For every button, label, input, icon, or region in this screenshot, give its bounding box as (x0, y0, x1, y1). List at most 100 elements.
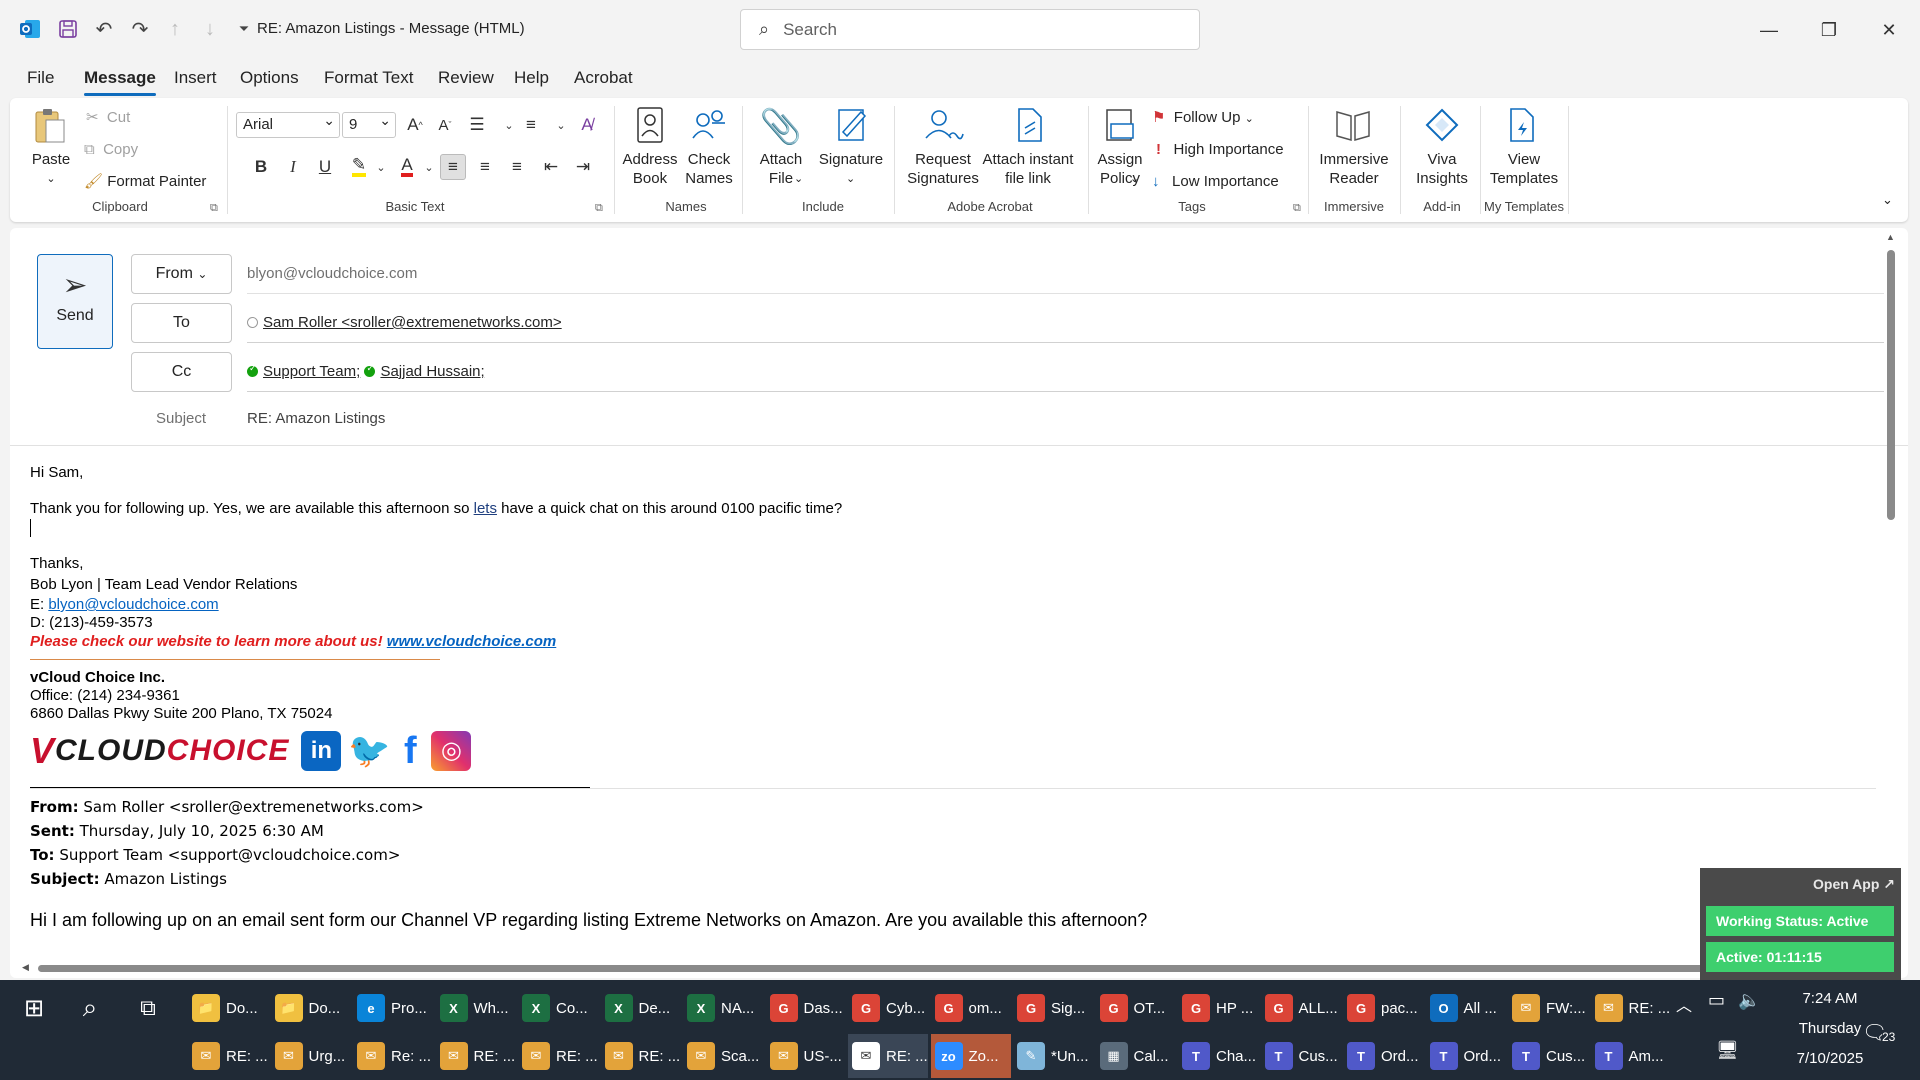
tab-options[interactable]: Options (240, 66, 299, 90)
start-windows-icon[interactable]: ⊞ (10, 986, 54, 1030)
address-book-button[interactable]: Address Book (616, 150, 684, 188)
clipboard-launcher-icon[interactable]: ⧉ (210, 202, 218, 215)
taskbar-app-button[interactable]: T Am... (1591, 1034, 1671, 1078)
italic-icon[interactable]: I (280, 154, 306, 180)
taskbar-app-button[interactable]: X Co... (518, 986, 598, 1030)
close-button[interactable]: ✕ (1866, 10, 1912, 50)
taskbar-app-button[interactable]: T Cus... (1261, 1034, 1341, 1078)
save-icon[interactable] (56, 14, 80, 44)
tab-format-text[interactable]: Format Text (324, 66, 413, 90)
taskbar-app-button[interactable]: G ALL... (1261, 986, 1341, 1030)
vertical-scrollbar[interactable]: ▲ (1886, 232, 1896, 971)
taskbar-app-button[interactable]: ✉ Sca... (683, 1034, 763, 1078)
vertical-scroll-thumb[interactable] (1887, 250, 1895, 520)
taskbar-app-button[interactable]: ✉ US-... (766, 1034, 846, 1078)
instagram-icon[interactable]: ◎ (431, 731, 472, 771)
signature-button[interactable]: Signature (816, 150, 886, 169)
align-right-icon[interactable]: ≡ (504, 154, 530, 180)
viva-insights-button[interactable]: Viva Insights (1410, 150, 1474, 188)
battery-icon[interactable]: ▭ (1708, 990, 1725, 1011)
horizontal-scrollbar[interactable]: ◀ (10, 962, 1890, 974)
from-field[interactable]: blyon@vcloudchoice.com (247, 254, 1884, 294)
to-field[interactable]: Sam Roller <sroller@extremenetworks.com> (247, 303, 1884, 343)
taskbar-app-button[interactable]: zo Zo... (930, 1034, 1011, 1078)
font-family-select[interactable]: Arial (236, 112, 340, 138)
cc-recipient[interactable]: Support Team; (263, 363, 360, 380)
search-icon[interactable]: ⌕ (66, 986, 110, 1030)
tab-message[interactable]: Message (84, 66, 156, 96)
copy-button[interactable]: ⧉ Copy (84, 140, 138, 159)
collapse-ribbon-chevron-icon[interactable]: ⌄ (1882, 190, 1893, 209)
paste-icon[interactable] (32, 106, 68, 146)
previous-item-icon[interactable]: ↑ (163, 14, 187, 44)
taskbar-app-button[interactable]: ✉ RE: ... (436, 1034, 516, 1078)
cc-button[interactable]: Cc (131, 352, 232, 392)
tags-launcher-icon[interactable]: ⧉ (1293, 202, 1301, 215)
taskbar-app-button[interactable]: G Cyb... (848, 986, 928, 1030)
taskbar-app-button[interactable]: X De... (601, 986, 681, 1030)
spelling-flag[interactable]: lets (474, 500, 497, 517)
attach-file-dropdown-icon[interactable]: ⌄ (794, 170, 803, 189)
tab-review[interactable]: Review (438, 66, 494, 90)
tab-acrobat[interactable]: Acrobat (574, 66, 633, 90)
volume-icon[interactable]: 🔈 (1738, 990, 1760, 1011)
check-names-button[interactable]: Check Names (682, 150, 736, 188)
subject-input[interactable]: RE: Amazon Listings (247, 410, 385, 427)
taskbar-app-button[interactable]: T Cha... (1178, 1034, 1258, 1078)
taskbar-app-button[interactable]: Gom... (931, 986, 1011, 1030)
to-recipient[interactable]: Sam Roller <sroller@extremenetworks.com> (263, 314, 562, 331)
shrink-font-icon[interactable]: Aˇ (432, 112, 458, 138)
taskbar-app-button[interactable]: G HP ... (1178, 986, 1258, 1030)
cc-field[interactable]: Support Team; Sajjad Hussain; (247, 352, 1884, 392)
high-importance-button[interactable]: ! High Importance (1156, 140, 1284, 159)
font-size-select[interactable]: 9 (342, 112, 396, 138)
minimize-button[interactable]: — (1746, 10, 1792, 50)
scroll-up-icon[interactable]: ▲ (1886, 232, 1895, 242)
immersive-reader-button[interactable]: Immersive Reader (1316, 150, 1392, 188)
cut-button[interactable]: ✂ Cut (86, 108, 130, 127)
taskbar-app-button[interactable]: O All ... (1426, 986, 1506, 1030)
basic-text-launcher-icon[interactable]: ⧉ (595, 202, 603, 215)
restore-button[interactable]: ❐ (1806, 10, 1852, 50)
view-templates-button[interactable]: View Templates (1486, 150, 1562, 188)
taskbar-app-button[interactable]: ✉ Urg... (271, 1034, 351, 1078)
numbering-icon[interactable]: ≡ (518, 112, 544, 138)
taskbar-app-button[interactable]: ✉ RE: ... (188, 1034, 268, 1078)
taskbar-app-button[interactable]: 📁 Do... (188, 986, 268, 1030)
taskbar-app-button[interactable]: ✉ FW:... (1508, 986, 1588, 1030)
grow-font-icon[interactable]: A ^ (402, 112, 428, 138)
taskbar-app-button[interactable]: X Wh... (436, 986, 516, 1030)
task-view-icon[interactable]: ⧉ (124, 986, 168, 1030)
bullets-icon[interactable]: ☰ (464, 112, 490, 138)
tab-file[interactable]: File (27, 66, 54, 90)
assign-policy-dropdown-icon[interactable]: ⌄ (1130, 170, 1139, 189)
taskbar-app-button[interactable]: G Sig... (1013, 986, 1093, 1030)
taskbar-app-button[interactable]: G OT... (1096, 986, 1176, 1030)
bold-icon[interactable]: B (248, 154, 274, 180)
tab-help[interactable]: Help (514, 66, 549, 90)
search-input[interactable]: ⌕ Search (740, 9, 1200, 50)
numbering-dropdown-icon[interactable]: ⌄ (548, 112, 574, 138)
taskbar-app-button[interactable]: ✉ RE: ... (848, 1034, 928, 1078)
send-button[interactable]: ➢ Send (37, 254, 113, 349)
format-painter-button[interactable]: 🖌 Format Painter (84, 172, 206, 191)
taskbar-app-button[interactable]: ▦ Cal... (1096, 1034, 1176, 1078)
taskbar-app-button[interactable]: e Pro... (353, 986, 433, 1030)
facebook-icon[interactable]: f (397, 731, 423, 771)
cc-recipient[interactable]: Sajjad Hussain; (380, 363, 484, 380)
low-importance-button[interactable]: ↓ Low Importance (1152, 172, 1279, 191)
signature-email-link[interactable]: blyon@vcloudchoice.com (48, 596, 218, 613)
taskbar-app-button[interactable]: ✉ RE: ... (601, 1034, 681, 1078)
clear-formatting-icon[interactable]: A̸ (574, 112, 600, 138)
horizontal-scroll-thumb[interactable] (38, 965, 1718, 972)
taskbar-app-button[interactable]: T Ord... (1426, 1034, 1506, 1078)
scroll-left-icon[interactable]: ◀ (22, 962, 29, 973)
taskbar-app-button[interactable]: Gpac... (1343, 986, 1423, 1030)
font-color-dropdown-icon[interactable]: ⌄ (416, 154, 442, 180)
network-icon[interactable]: 🖥 (1716, 1040, 1739, 1061)
taskbar-app-button[interactable]: ✎ *Un... (1013, 1034, 1093, 1078)
next-item-icon[interactable]: ↓ (198, 14, 222, 44)
signature-dropdown-icon[interactable]: ⌄ (846, 170, 855, 189)
decrease-indent-icon[interactable]: ⇤ (538, 154, 564, 180)
taskbar-app-button[interactable]: G Das... (766, 986, 846, 1030)
